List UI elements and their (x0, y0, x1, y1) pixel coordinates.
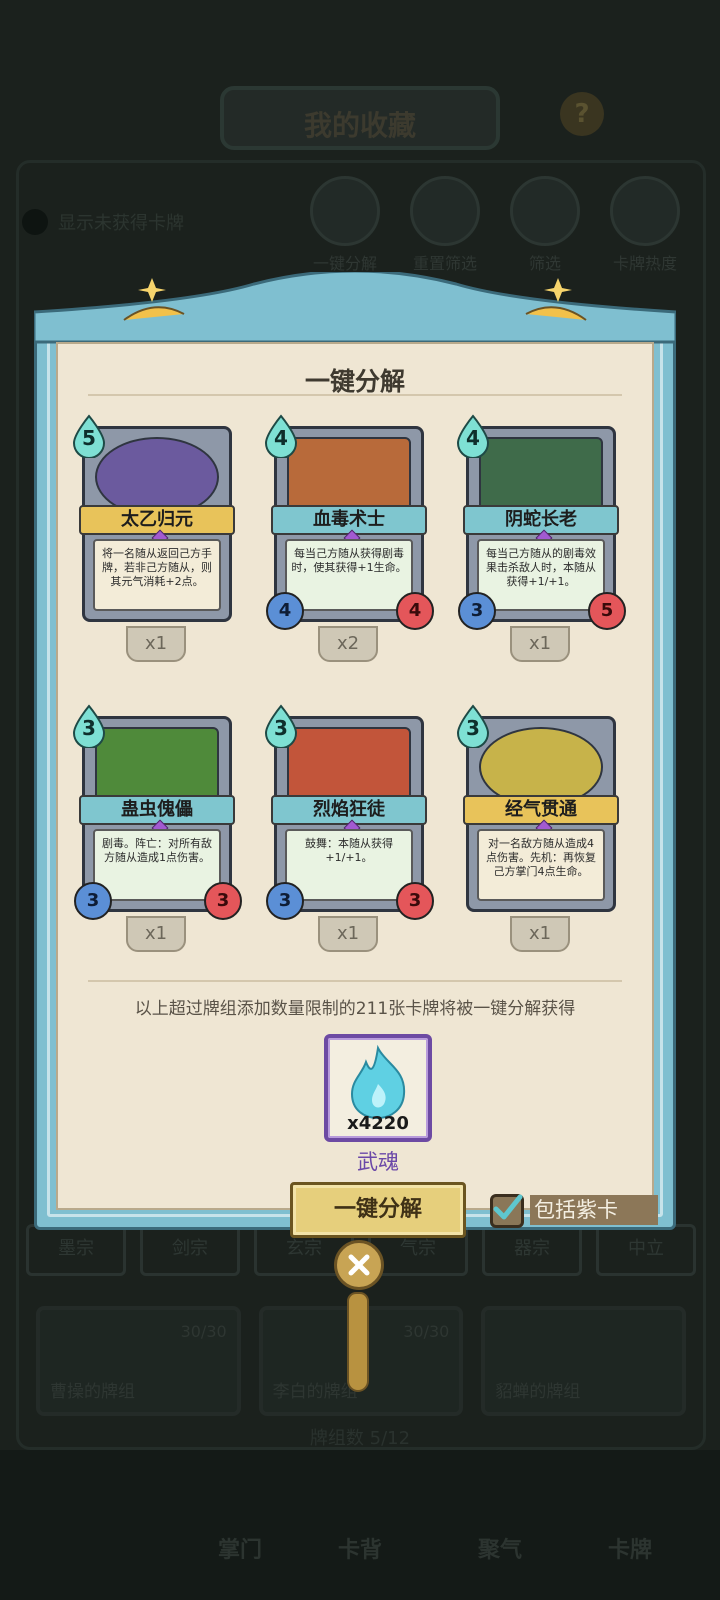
fire-icon (610, 176, 680, 246)
tool-reset[interactable]: 重置筛选 (400, 176, 490, 274)
attack-value: 3 (458, 592, 496, 630)
nav-gather[interactable]: 聚气 (440, 1532, 560, 1564)
include-purple-checkbox[interactable] (490, 1194, 524, 1228)
title-divider (88, 394, 622, 396)
nav-master[interactable]: 掌门 (180, 1532, 300, 1564)
attack-value: 3 (266, 882, 304, 920)
card-name: 烈焰狂徒 (271, 795, 427, 825)
card-item[interactable]: 血毒术士 每当己方随从获得剧毒时，使其获得+1生命。 4 4 4 x2 (262, 414, 434, 664)
filter-icon (510, 176, 580, 246)
checkmark-icon (493, 1194, 523, 1220)
card-cost-value: 4 (274, 426, 288, 450)
filter-toggle[interactable]: 显示未获得卡牌 (22, 204, 272, 240)
card-cost: 3 (70, 704, 108, 748)
help-icon[interactable]: ? (560, 92, 604, 136)
close-icon (348, 1254, 370, 1276)
card-item[interactable]: 阴蛇长老 每当己方随从的剧毒效果击杀敌人时，本随从获得+1/+1。 4 3 5 … (454, 414, 626, 664)
card-cost: 5 (70, 414, 108, 458)
card-description: 每当己方随从获得剧毒时，使其获得+1生命。 (285, 539, 413, 611)
background-title: 我的收藏 (303, 109, 416, 142)
card-description: 剧毒。阵亡：对所有敌方随从造成1点伤害。 (93, 829, 221, 901)
card-count: x1 (126, 916, 186, 952)
card-description: 鼓舞：本随从获得+1/+1。 (285, 829, 413, 901)
filter-label: 显示未获得卡牌 (58, 213, 184, 234)
close-button-stem (347, 1292, 369, 1392)
card-count: x1 (510, 626, 570, 662)
deck-name: 李白的牌组 (272, 1382, 358, 1402)
decompose-button[interactable]: 一键分解 (290, 1182, 466, 1238)
deck-item[interactable]: 30/30 曹操的牌组 (36, 1306, 241, 1416)
tool-heat[interactable]: 卡牌热度 (600, 176, 690, 274)
card-name: 经气贯通 (463, 795, 619, 825)
tool-row: 一键分解 重置筛选 筛选 卡牌热度 (300, 176, 710, 274)
reward-name: 武魂 (357, 1150, 399, 1174)
card-name: 血毒术士 (271, 505, 427, 535)
toggle-dot-icon (22, 209, 48, 235)
card-cost-value: 4 (466, 426, 480, 450)
tool-decompose[interactable]: 一键分解 (300, 176, 390, 274)
deck-count: 牌组数 5/12 (309, 1428, 411, 1449)
card-cost: 4 (454, 414, 492, 458)
health-value: 4 (396, 592, 434, 630)
tool-label: 重置筛选 (412, 254, 477, 273)
card-cost-value: 3 (466, 716, 480, 740)
deck-name: 貂蝉的牌组 (495, 1382, 581, 1402)
health-value: 5 (588, 592, 626, 630)
soul-flame-icon (350, 1044, 406, 1120)
tab-sect[interactable]: 墨宗 (26, 1224, 126, 1276)
card-description: 对一名敌方随从造成4点伤害。先机：再恢复己方掌门4点生命。 (477, 829, 605, 901)
deck-name: 曹操的牌组 (50, 1382, 135, 1402)
card-count: x2 (318, 626, 378, 662)
tool-label: 卡牌热度 (612, 254, 677, 273)
card-cost: 3 (454, 704, 492, 748)
card-count: x1 (126, 626, 186, 662)
tab-sect[interactable]: 剑宗 (140, 1224, 240, 1276)
reward-item[interactable]: x4220 (324, 1034, 432, 1142)
deck-card-count: 30/30 (403, 1322, 450, 1341)
nav-card-back[interactable]: 卡背 (300, 1532, 420, 1564)
card-item[interactable]: 蛊虫傀儡 剧毒。阵亡：对所有敌方随从造成1点伤害。 3 3 3 x1 (70, 704, 242, 954)
health-value: 3 (204, 882, 242, 920)
card-name: 蛊虫傀儡 (79, 795, 235, 825)
card-item[interactable]: 烈焰狂徒 鼓舞：本随从获得+1/+1。 3 3 3 x1 (262, 704, 434, 954)
dialog-content: 一键分解 太乙归元 将一名随从返回己方手牌，若非己方随从，则其元气消耗+2点。 … (56, 342, 658, 1238)
include-purple-label: 包括紫卡 (530, 1195, 658, 1225)
card-count: x1 (510, 916, 570, 952)
tool-filter[interactable]: 筛选 (500, 176, 590, 274)
tool-label: 一键分解 (312, 254, 377, 273)
health-value: 3 (396, 882, 434, 920)
card-name: 太乙归元 (79, 505, 235, 535)
dialog-title: 一键分解 (304, 367, 405, 396)
decompose-icon (310, 176, 380, 246)
reset-icon (410, 176, 480, 246)
deck-item[interactable]: 貂蝉的牌组 (481, 1306, 687, 1416)
attack-value: 4 (266, 592, 304, 630)
background-title-plate: 我的收藏 (220, 86, 500, 150)
tab-sect[interactable]: 中立 (596, 1224, 696, 1276)
card-cost: 3 (262, 704, 300, 748)
card-item[interactable]: 太乙归元 将一名随从返回己方手牌，若非己方随从，则其元气消耗+2点。 5 x1 (70, 414, 240, 664)
cards-divider (88, 980, 622, 982)
close-button[interactable] (334, 1240, 384, 1290)
card-item[interactable]: 经气贯通 对一名敌方随从造成4点伤害。先机：再恢复己方掌门4点生命。 3 x1 (454, 704, 624, 954)
tool-label: 筛选 (528, 254, 561, 273)
reward-amount: x4220 (347, 1113, 409, 1134)
include-purple-toggle[interactable]: 包括紫卡 (490, 1192, 660, 1228)
card-cost-value: 3 (82, 716, 96, 740)
deck-card-count: 30/30 (180, 1322, 227, 1341)
decompose-dialog: 一键分解 太乙归元 将一名随从返回己方手牌，若非己方随从，则其元气消耗+2点。 … (34, 272, 676, 1238)
card-description: 将一名随从返回己方手牌，若非己方随从，则其元气消耗+2点。 (93, 539, 221, 611)
card-cost-value: 5 (82, 426, 96, 450)
bottom-nav: 掌门 卡背 聚气 卡牌 (0, 1450, 720, 1600)
card-cost-value: 3 (274, 716, 288, 740)
card-description: 每当己方随从的剧毒效果击杀敌人时，本随从获得+1/+1。 (477, 539, 605, 611)
card-count: x1 (318, 916, 378, 952)
nav-cards[interactable]: 卡牌 (570, 1532, 690, 1564)
tab-sect[interactable]: 器宗 (482, 1224, 582, 1276)
decompose-notice: 以上超过牌组添加数量限制的211张卡牌将被一键分解获得 (134, 999, 576, 1019)
attack-value: 3 (74, 882, 112, 920)
card-name: 阴蛇长老 (463, 505, 619, 535)
card-cost: 4 (262, 414, 300, 458)
